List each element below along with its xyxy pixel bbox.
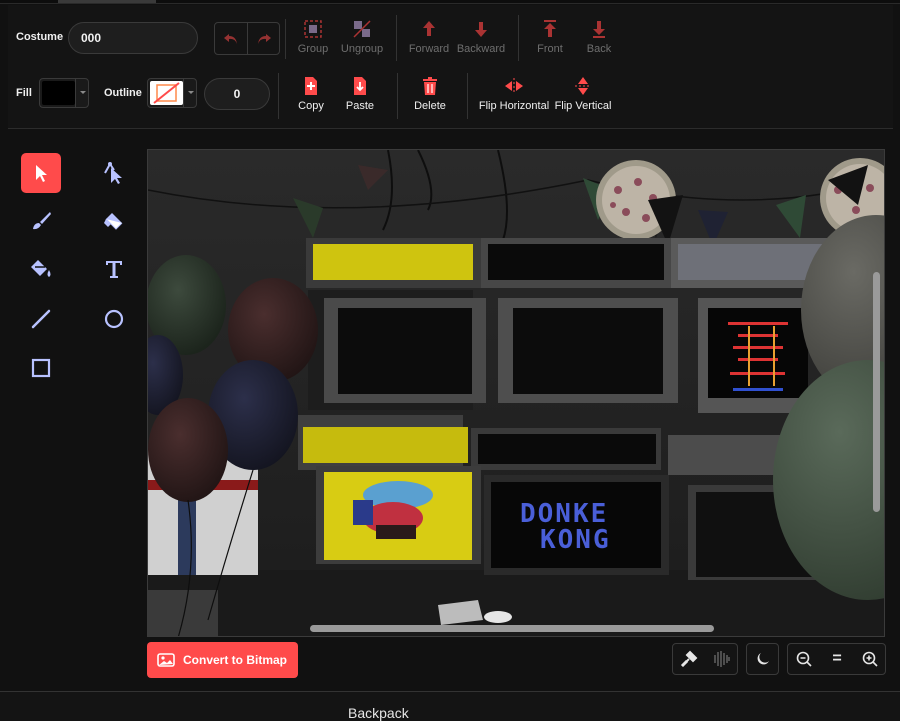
vertical-scrollbar[interactable] xyxy=(873,272,880,512)
eraser-icon xyxy=(104,213,123,230)
flip-horizontal-label: Flip Horizontal xyxy=(478,100,550,112)
ungroup-icon xyxy=(353,20,371,38)
outline-width-input[interactable] xyxy=(204,78,270,110)
top-tab-strip xyxy=(0,0,900,4)
zoom-reset-button[interactable]: = xyxy=(821,644,853,674)
backward-label: Backward xyxy=(456,43,506,55)
tab-indicator xyxy=(58,0,156,3)
smoothing-controls xyxy=(672,643,738,675)
flip-vertical-icon xyxy=(575,77,591,95)
flip-vertical-button[interactable]: Flip Vertical xyxy=(548,76,618,112)
text-icon xyxy=(106,261,122,278)
costume-image: DONKEKONG xyxy=(148,150,884,636)
eyedropper-button[interactable] xyxy=(673,644,705,674)
back-label: Back xyxy=(586,43,612,55)
convert-to-bitmap-button[interactable]: Convert to Bitmap xyxy=(147,642,298,678)
zoom-out-icon xyxy=(796,651,812,667)
paint-bucket-icon xyxy=(31,260,51,277)
redo-icon xyxy=(257,33,271,44)
undo-icon xyxy=(224,33,237,44)
convert-to-bitmap-label: Convert to Bitmap xyxy=(183,653,288,667)
fill-swatch xyxy=(42,81,75,105)
zoom-out-button[interactable] xyxy=(788,644,820,674)
waveform-button[interactable] xyxy=(706,644,738,674)
undo-redo-group xyxy=(214,22,280,55)
fill-label: Fill xyxy=(16,87,32,99)
moon-icon xyxy=(757,653,769,665)
delete-button[interactable]: Delete xyxy=(395,76,465,112)
redo-button[interactable] xyxy=(247,23,279,54)
fill-tool[interactable] xyxy=(21,249,61,289)
back-button[interactable]: Back xyxy=(564,19,634,55)
flip-horizontal-icon xyxy=(505,78,523,94)
rectangle-tool[interactable] xyxy=(21,348,61,388)
backward-button[interactable]: Backward xyxy=(446,19,516,55)
fill-color-picker[interactable] xyxy=(39,78,89,108)
costume-name-input[interactable] xyxy=(68,22,198,54)
brush-tool[interactable] xyxy=(21,201,61,241)
arrow-cursor-icon xyxy=(36,165,47,182)
image-icon xyxy=(157,653,175,667)
backward-arrow-icon xyxy=(475,22,487,37)
ungroup-label: Ungroup xyxy=(340,43,384,55)
waveform-icon xyxy=(714,651,730,667)
trash-icon xyxy=(423,77,437,95)
circle-tool[interactable] xyxy=(94,299,134,339)
line-icon xyxy=(31,309,51,329)
arcade-screen-text-line: KONG xyxy=(540,525,611,555)
outline-label: Outline xyxy=(104,87,142,99)
line-tool[interactable] xyxy=(21,299,61,339)
brush-icon xyxy=(33,212,51,230)
front-arrow-icon xyxy=(544,20,556,37)
backpack-panel[interactable]: Backpack xyxy=(0,691,900,721)
delete-label: Delete xyxy=(414,100,446,112)
zoom-controls: = xyxy=(787,643,886,675)
text-tool[interactable] xyxy=(94,249,134,289)
undo-button[interactable] xyxy=(215,23,247,54)
select-tool[interactable] xyxy=(21,153,61,193)
outline-color-picker[interactable] xyxy=(147,78,197,108)
ungroup-button[interactable]: Ungroup xyxy=(327,19,397,55)
chevron-down-icon xyxy=(75,79,88,107)
dark-mode-control xyxy=(746,643,779,675)
copy-icon xyxy=(305,77,317,95)
backpack-label: Backpack xyxy=(348,705,409,721)
flip-vertical-label: Flip Vertical xyxy=(554,100,612,112)
zoom-in-icon xyxy=(862,651,878,667)
paint-toolbar: Costume Group Ungroup Forward Backward F… xyxy=(8,5,893,129)
eyedropper-icon xyxy=(680,650,698,668)
reshape-tool[interactable] xyxy=(94,153,134,193)
circle-icon xyxy=(104,309,124,329)
chevron-down-icon xyxy=(183,79,196,107)
paste-icon xyxy=(354,77,366,95)
paste-label: Paste xyxy=(345,100,375,112)
separator xyxy=(467,73,468,119)
zoom-in-button[interactable] xyxy=(854,644,886,674)
back-arrow-icon xyxy=(593,21,605,38)
flip-horizontal-button[interactable]: Flip Horizontal xyxy=(476,76,552,112)
costume-label: Costume xyxy=(16,31,64,43)
paste-button[interactable]: Paste xyxy=(325,76,395,112)
horizontal-scrollbar[interactable] xyxy=(310,625,714,632)
eraser-tool[interactable] xyxy=(94,201,134,241)
reshape-icon xyxy=(104,162,122,184)
no-color-icon xyxy=(153,82,180,104)
drawing-canvas[interactable]: DONKE KONG xyxy=(147,149,885,637)
forward-arrow-icon xyxy=(423,21,435,36)
dark-mode-button[interactable] xyxy=(747,644,779,674)
outline-swatch xyxy=(150,81,183,105)
group-icon xyxy=(304,20,322,38)
rectangle-icon xyxy=(31,358,51,378)
